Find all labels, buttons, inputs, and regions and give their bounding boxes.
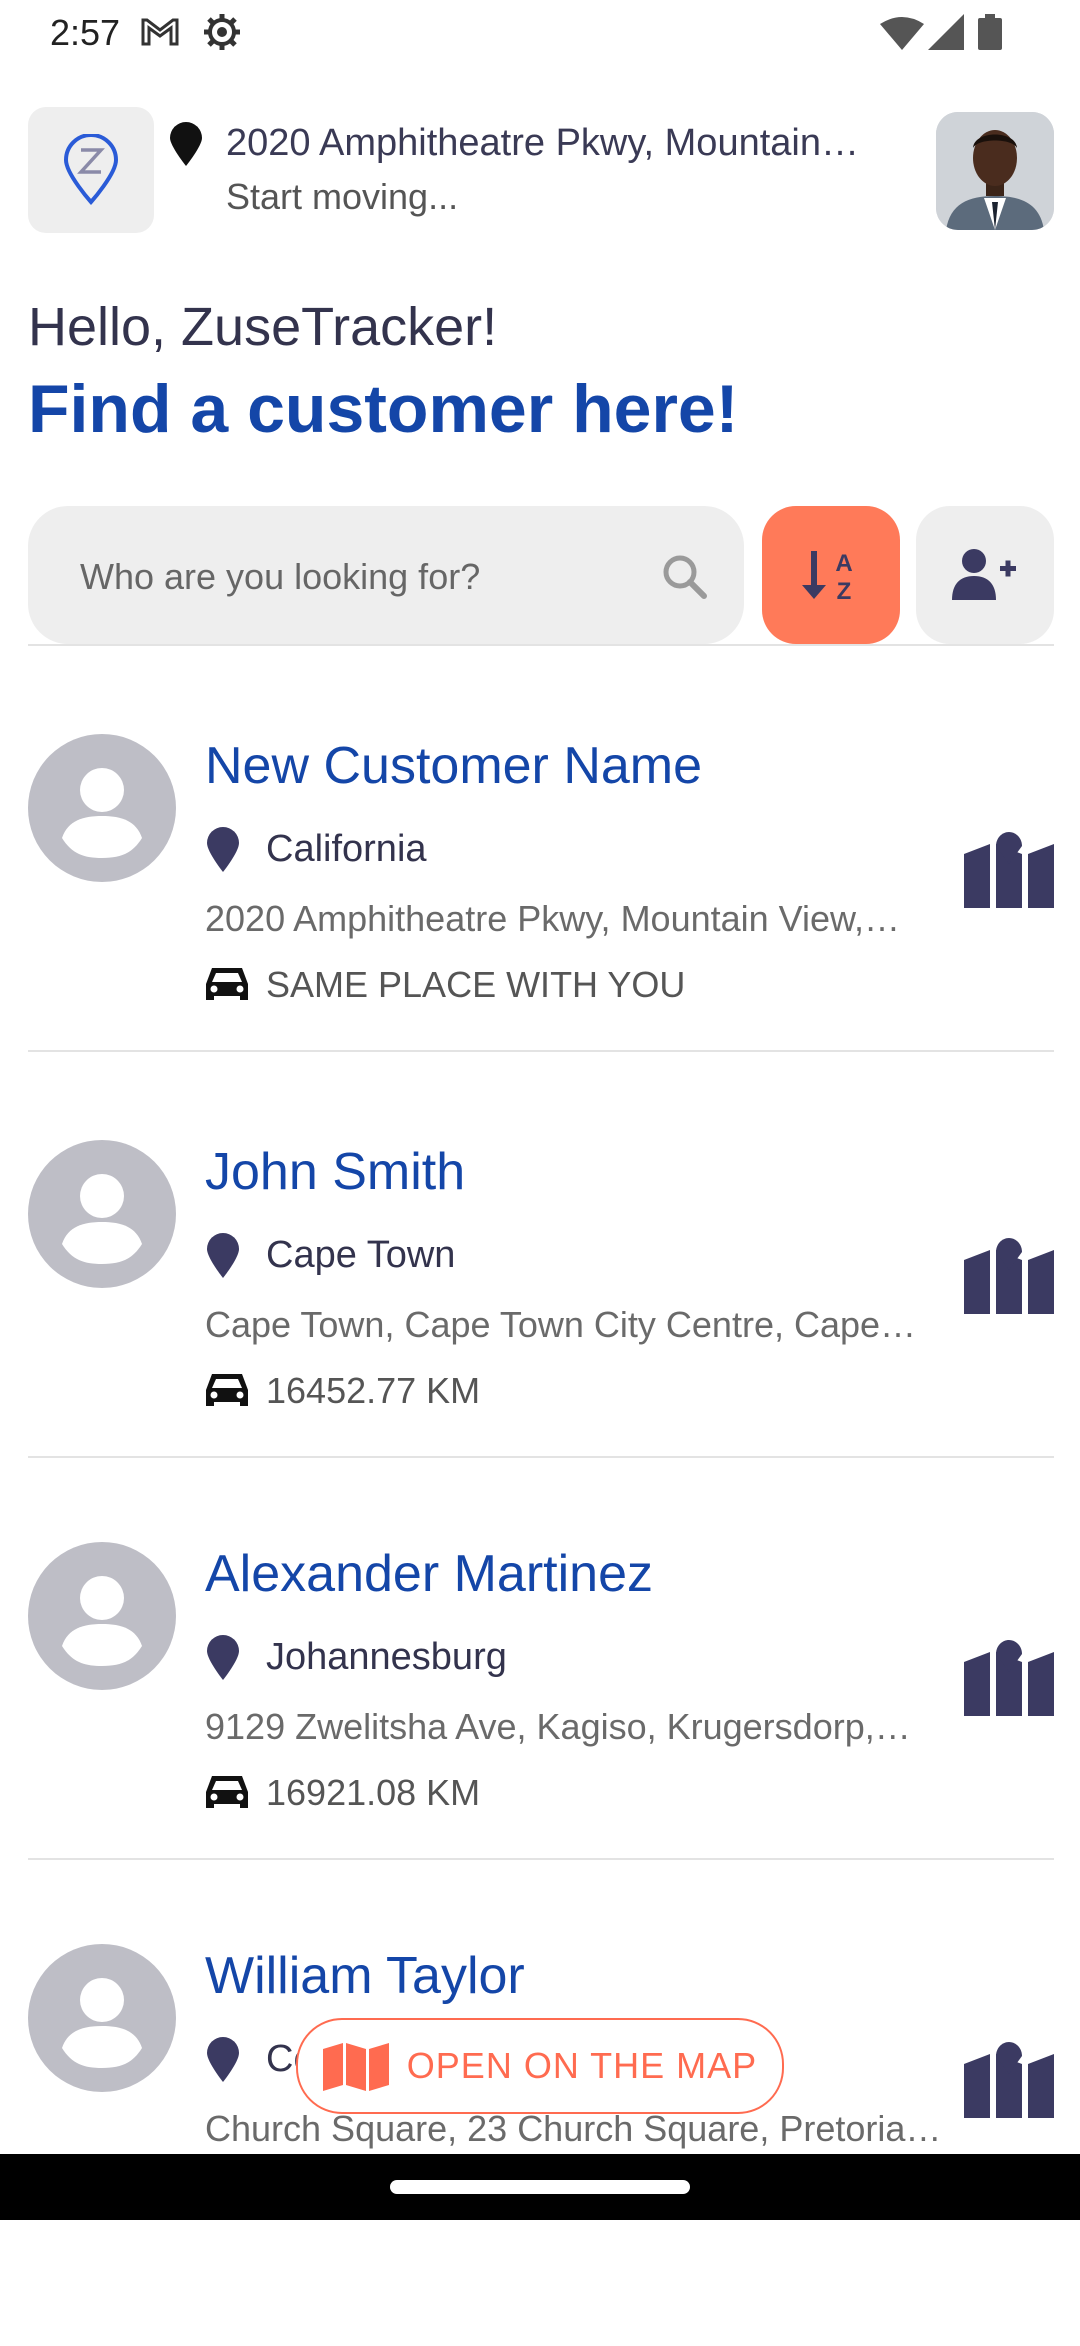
customer-name: Alexander Martinez [205,1545,653,1603]
divider [28,1858,1054,1860]
folded-map-icon [322,2043,389,2091]
customer-distance: 16921.08 KM [266,1772,481,1813]
customer-name: William Taylor [205,1947,525,2005]
customer-address: Cape Town, Cape Town City Centre, Cape… [205,1304,917,1345]
default-avatar-icon [28,1140,176,1288]
location-pin-icon [207,1233,239,1278]
customer-city: Cape Town [266,1234,456,1276]
add-customer-button[interactable] [916,506,1054,644]
user-avatar[interactable] [936,112,1054,230]
status-time: 2:57 [50,12,121,53]
current-location-address[interactable]: 2020 Amphitheatre Pkwy, Mountain… [226,122,916,165]
location-pin-icon [207,827,239,872]
greeting-text: Hello, ZuseTracker! [28,297,498,357]
svg-text:Z: Z [837,578,852,603]
user-photo [936,112,1054,230]
search-icon[interactable] [660,552,708,600]
customer-address: 9129 Zwelitsha Ave, Kagiso, Krugersdorp,… [205,1706,911,1747]
status-bar: 2:57 [0,0,1080,66]
location-status: Start moving... [226,176,459,217]
open-on-map-label: OPEN ON THE MAP [406,2045,758,2086]
svg-text:A: A [835,550,852,577]
default-avatar-icon [28,1944,176,2092]
map-icon[interactable] [962,1638,1056,1718]
open-on-map-button[interactable]: OPEN ON THE MAP [296,2018,784,2114]
page-title: Find a customer here! [28,371,739,447]
search-box[interactable] [28,506,744,644]
location-pin-icon [170,122,202,166]
customer-city: California [266,828,427,870]
divider [28,1456,1054,1458]
divider [28,644,1054,646]
list-item[interactable]: Alexander Martinez Johannesburg 9129 Zwe… [0,1542,1080,1944]
map-icon[interactable] [962,830,1056,910]
customer-city: Johannesburg [266,1636,507,1678]
zuse-pin-logo-icon [63,134,119,206]
settings-gear-icon [204,14,240,50]
cell-signal-icon [928,14,964,50]
customer-distance: SAME PLACE WITH YOU [266,964,686,1005]
car-icon [206,1776,248,1808]
navigation-bar [0,2154,1080,2220]
customer-name: New Customer Name [205,737,703,795]
app-logo[interactable] [28,107,154,233]
battery-icon [978,14,1002,50]
wifi-icon [880,17,924,50]
gmail-icon [141,18,179,46]
sort-button[interactable]: A Z [762,506,900,644]
list-item[interactable]: John Smith Cape Town Cape Town, Cape Tow… [0,1140,1080,1542]
default-avatar-icon [28,1542,176,1690]
divider [28,1050,1054,1052]
customer-name: John Smith [205,1143,466,1201]
map-icon[interactable] [962,2040,1056,2120]
home-gesture-handle[interactable] [390,2180,690,2194]
add-user-icon [952,549,1016,600]
car-icon [206,1374,248,1406]
search-input[interactable] [78,546,642,608]
default-avatar-icon [28,734,176,882]
list-item[interactable]: New Customer Name California 2020 Amphit… [0,734,1080,1136]
list-item[interactable]: William Taylor Centurion Church Square, … [0,1944,1080,2346]
location-pin-icon [207,1635,239,1680]
location-pin-icon [207,2037,239,2082]
customer-address: Church Square, 23 Church Square, Pretori… [205,2108,942,2149]
sort-az-icon: A Z [802,550,853,603]
customer-address: 2020 Amphitheatre Pkwy, Mountain View,… [205,898,901,939]
customer-distance: 16452.77 KM [266,1370,481,1411]
map-icon[interactable] [962,1236,1056,1316]
car-icon [206,968,248,1000]
